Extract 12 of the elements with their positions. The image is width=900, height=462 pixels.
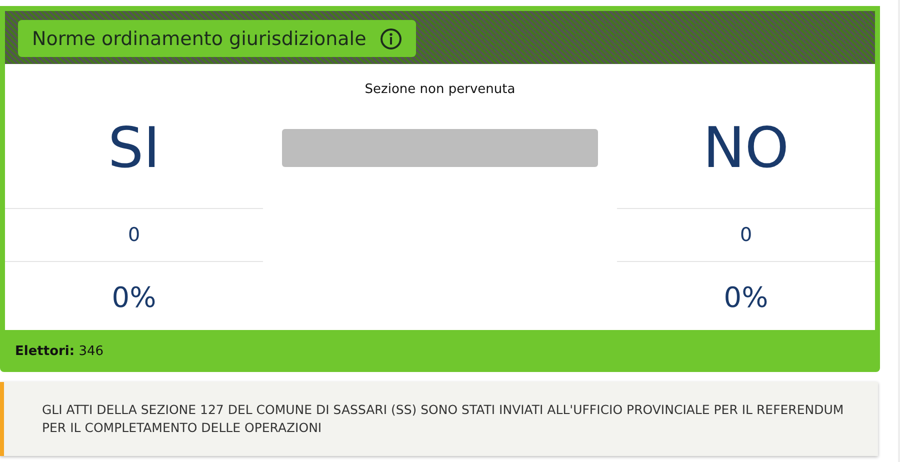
vote-percent: 0% bbox=[724, 280, 768, 314]
voters-text: Elettori: 346 bbox=[15, 344, 104, 358]
option-label: SI bbox=[108, 116, 160, 180]
info-icon[interactable] bbox=[380, 28, 402, 50]
option-label: NO bbox=[703, 116, 789, 180]
vote-count: 0 bbox=[740, 224, 752, 246]
vote-percent: 0% bbox=[112, 280, 156, 314]
notice-text: PER IL COMPLETAMENTO DELLE OPERAZIONI bbox=[42, 419, 323, 437]
vote-count: 0 bbox=[128, 224, 140, 246]
notice-text: GLI ATTI DELLA SEZIONE 127 DEL COMUNE DI SASSARI (SS) SONO STATI INVIATI ALL'UFFICIO PROVINCIALE PER IL REFERENDUM bbox=[42, 401, 845, 419]
card-title: Norme ordinamento giurisdizionale bbox=[32, 28, 366, 50]
status-text: Sezione non pervenuta bbox=[364, 82, 516, 97]
